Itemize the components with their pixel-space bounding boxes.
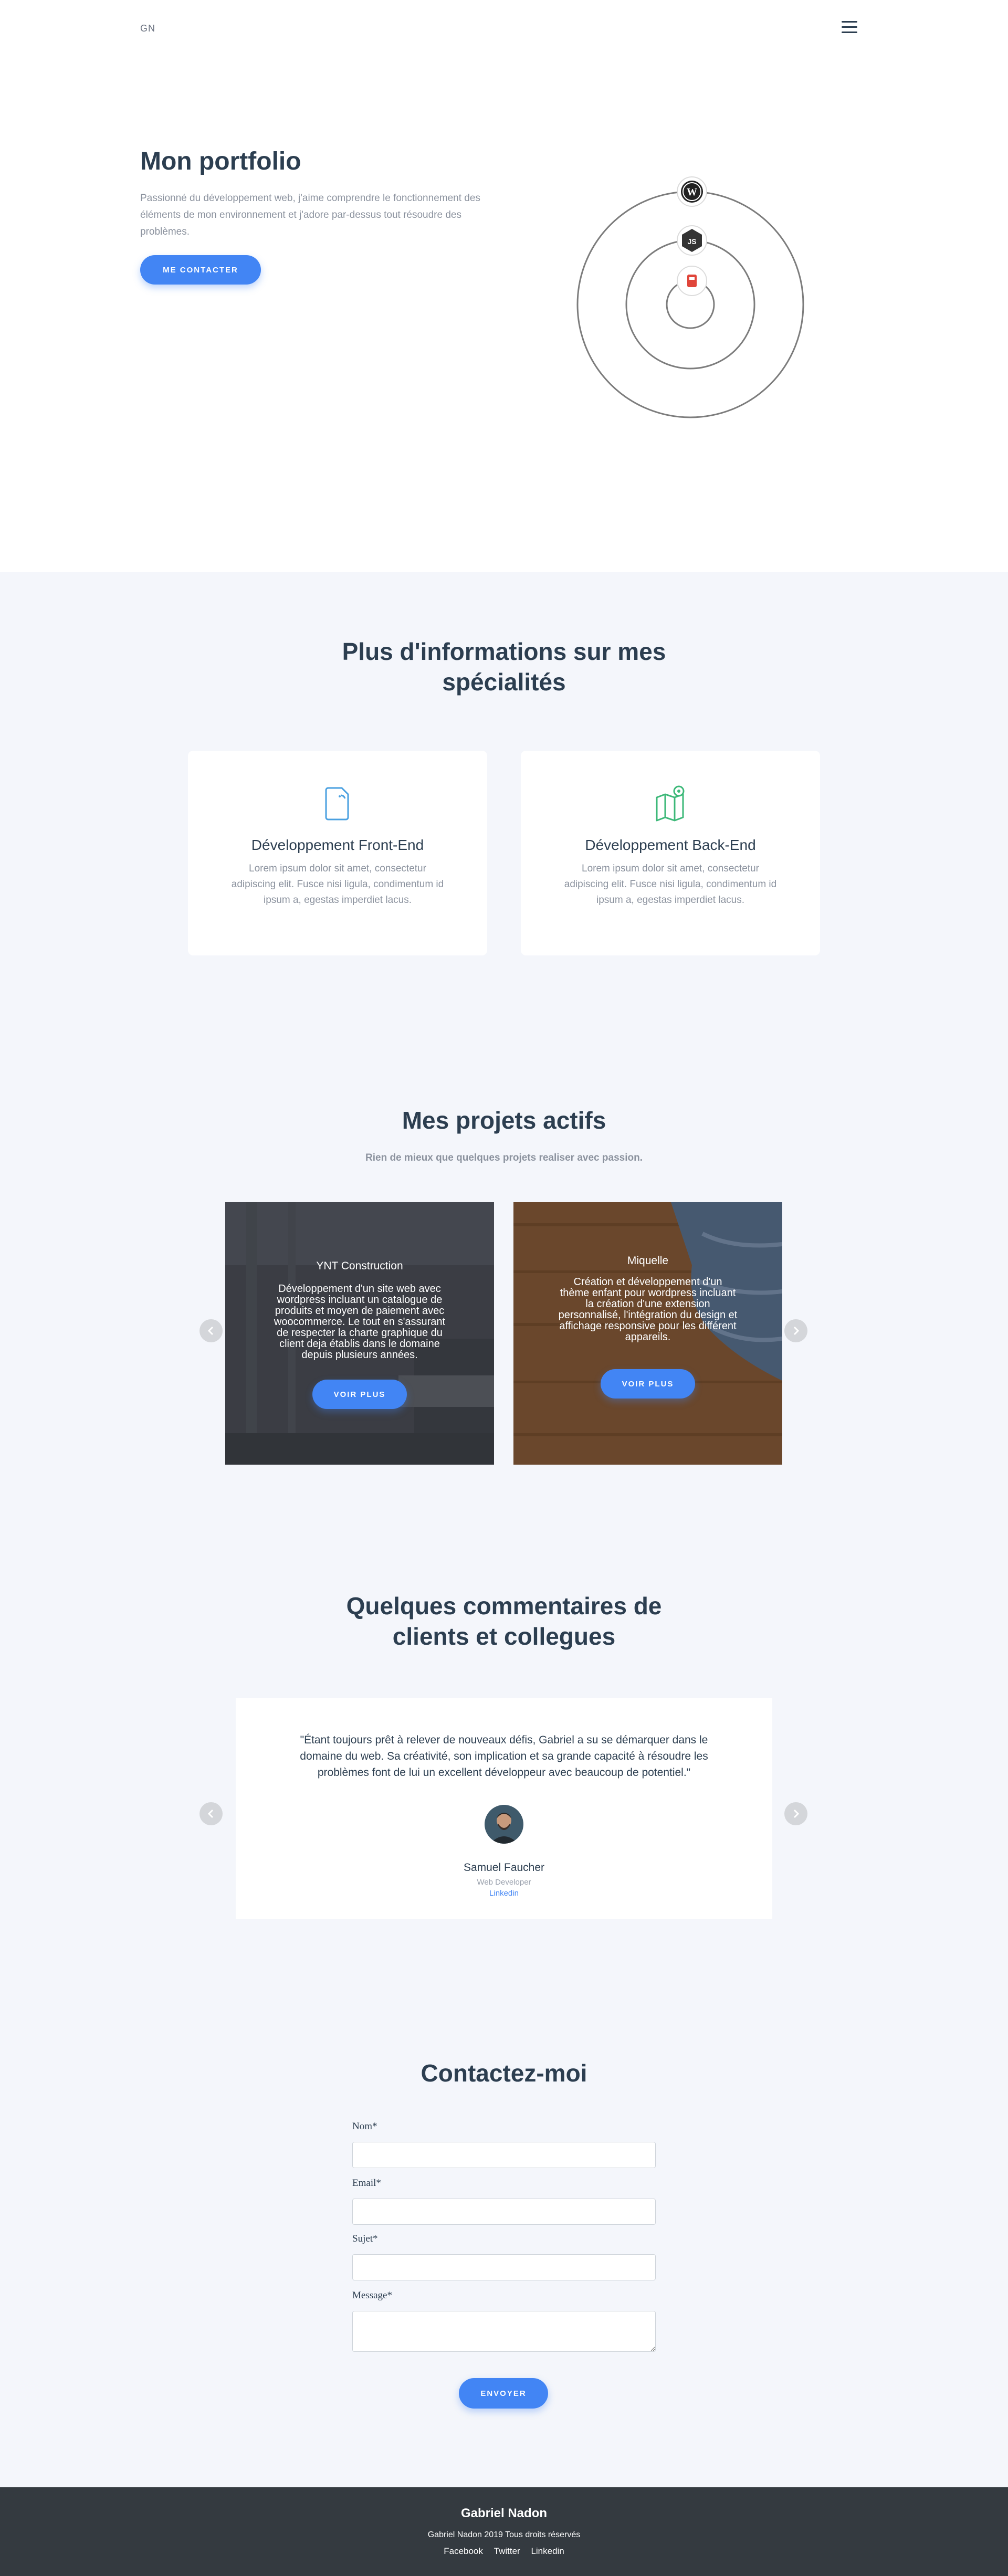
contact-me-button[interactable]: ME CONTACTER bbox=[140, 255, 261, 285]
hero-title: Mon portfolio bbox=[140, 148, 301, 175]
svg-text:W: W bbox=[687, 186, 697, 198]
name-field[interactable] bbox=[352, 2142, 656, 2168]
footer-copyright: Gabriel Nadon 2019 Tous droits réservés bbox=[427, 2530, 581, 2539]
footer-link-twitter[interactable]: Twitter bbox=[494, 2546, 520, 2556]
specialty-title: Développement Back-End bbox=[585, 837, 756, 853]
send-button[interactable]: ENVOYER bbox=[459, 2378, 548, 2409]
map-pin-icon bbox=[656, 785, 685, 822]
specialties-title: Plus d'informations sur mes spécialités bbox=[342, 638, 666, 696]
nodejs-icon: JS bbox=[677, 225, 707, 256]
footer-name: Gabriel Nadon bbox=[460, 2506, 548, 2520]
project-title: Miquelle bbox=[627, 1255, 669, 1267]
testimonial-prev-arrow-icon[interactable] bbox=[200, 1802, 223, 1825]
carousel-prev-arrow-icon[interactable] bbox=[200, 1319, 223, 1342]
message-label: Message* bbox=[352, 2290, 392, 2301]
message-field[interactable] bbox=[352, 2311, 656, 2352]
testimonial-card: "Étant toujours prêt à relever de nouvea… bbox=[236, 1698, 772, 1919]
email-field[interactable] bbox=[352, 2199, 656, 2225]
hero-text: Passionné du développement web, j'aime c… bbox=[140, 193, 480, 237]
specialty-text: Lorem ipsum dolor sit amet, consectetur … bbox=[231, 863, 444, 906]
hero-section: Mon portfolio Passionné du développement… bbox=[0, 58, 1008, 572]
specialty-card-frontend: Développement Front-End Lorem ipsum dolo… bbox=[188, 751, 487, 955]
subject-field[interactable] bbox=[352, 2254, 656, 2280]
footer-links: Facebook Twitter Linkedin bbox=[0, 2546, 1008, 2557]
view-more-button[interactable]: VOIR PLUS bbox=[601, 1369, 695, 1399]
testimonials-title: Quelques commentaires de clients et coll… bbox=[346, 1592, 662, 1650]
site-logo[interactable]: GN bbox=[140, 23, 155, 34]
tech-orbit-diagram: W JS bbox=[576, 176, 804, 418]
carousel-next-arrow-icon[interactable] bbox=[784, 1319, 807, 1342]
project-title: YNT Construction bbox=[316, 1260, 403, 1272]
testimonial-linkedin-link[interactable]: Linkedin bbox=[236, 1889, 772, 1898]
specialty-card-backend: Développement Back-End Lorem ipsum dolor… bbox=[521, 751, 820, 955]
footer-link-facebook[interactable]: Facebook bbox=[444, 2546, 483, 2556]
testimonial-quote: "Étant toujours prêt à relever de nouvea… bbox=[300, 1734, 708, 1779]
project-text: Création et développement d'un thème enf… bbox=[558, 1276, 738, 1343]
testimonial-next-arrow-icon[interactable] bbox=[784, 1802, 807, 1825]
project-card-ynt[interactable]: YNT Construction Développement d'un site… bbox=[225, 1202, 494, 1465]
site-footer: Gabriel Nadon Gabriel Nadon 2019 Tous dr… bbox=[0, 2487, 1008, 2576]
laravel-icon bbox=[677, 266, 707, 296]
project-card-miquelle[interactable]: Miquelle Création et développement d'un … bbox=[513, 1202, 782, 1465]
email-label: Email* bbox=[352, 2178, 381, 2189]
footer-link-linkedin[interactable]: Linkedin bbox=[531, 2546, 564, 2556]
specialty-text: Lorem ipsum dolor sit amet, consectetur … bbox=[564, 863, 777, 906]
contact-section: Contactez-moi Nom* Email* Sujet* Message… bbox=[0, 1990, 1008, 2487]
project-text: Développement d'un site web avec wordpre… bbox=[274, 1283, 446, 1361]
avatar bbox=[485, 1805, 523, 1844]
subject-label: Sujet* bbox=[352, 2233, 378, 2244]
contact-title: Contactez-moi bbox=[421, 2059, 587, 2087]
svg-text:JS: JS bbox=[687, 237, 696, 246]
view-more-button[interactable]: VOIR PLUS bbox=[312, 1380, 407, 1409]
testimonials-section: Quelques commentaires de clients et coll… bbox=[0, 1528, 1008, 1990]
projects-section: Mes projets actifs Rien de mieux que que… bbox=[0, 1042, 1008, 1528]
testimonial-name: Samuel Faucher bbox=[463, 1862, 545, 1874]
specialties-section: Plus d'informations sur mes spécialités … bbox=[0, 572, 1008, 1042]
name-label: Nom* bbox=[352, 2121, 377, 2132]
menu-icon[interactable] bbox=[842, 21, 857, 35]
testimonial-role: Web Developer bbox=[477, 1878, 531, 1887]
specialty-title: Développement Front-End bbox=[251, 837, 424, 853]
document-icon bbox=[325, 787, 349, 821]
projects-subtitle: Rien de mieux que quelques projets reali… bbox=[365, 1152, 643, 1163]
wordpress-icon: W bbox=[677, 176, 707, 207]
site-header: GN bbox=[0, 0, 1008, 58]
projects-title: Mes projets actifs bbox=[402, 1107, 606, 1134]
